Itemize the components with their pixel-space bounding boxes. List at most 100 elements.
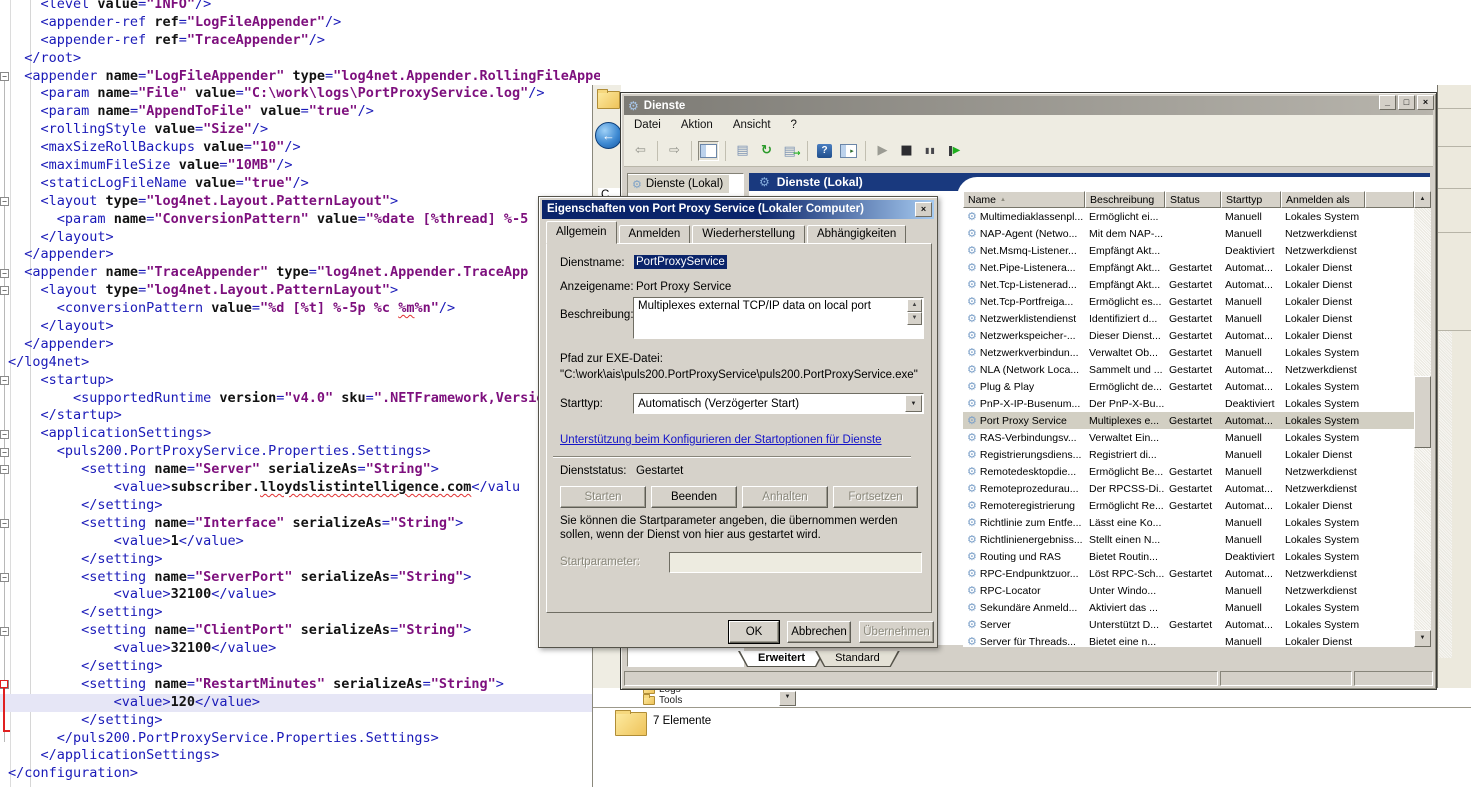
scroll-up-button[interactable]: ▲ [907,299,922,312]
fold-collapse-icon[interactable]: − [0,72,9,81]
stop-service-icon[interactable]: ■ [896,141,917,161]
service-row[interactable]: ⚙Sekundäre Anmeld...Aktiviert das ...Man… [963,599,1414,616]
fold-collapse-icon[interactable]: − [0,430,9,439]
extended-view-icon[interactable]: ▸ [838,141,859,161]
startparameter-input[interactable] [669,552,922,573]
window-titlebar[interactable]: ⚙ Dienste [624,96,1433,115]
fold-collapse-icon[interactable]: − [0,197,9,206]
folder-tree-fragment[interactable]: Logs Tools [643,688,773,707]
menu-datei[interactable]: Datei [624,119,671,131]
service-row[interactable]: ⚙RAS-Verbindungsv...Verwaltet Ein...Manu… [963,429,1414,446]
back-icon[interactable]: ⇦ [630,141,651,161]
service-row[interactable]: ⚙NLA (Network Loca...Sammelt und ...Gest… [963,361,1414,378]
starten-button[interactable]: Starten [560,486,646,508]
service-row[interactable]: ⚙NetzwerklistendienstIdentifiziert d...G… [963,310,1414,327]
dienstname-value[interactable]: PortProxyService [634,255,727,269]
close-button[interactable]: × [1417,95,1434,110]
service-row[interactable]: ⚙Multimediaklassenpl...Ermöglicht ei...M… [963,208,1414,225]
show-console-tree-icon[interactable] [698,141,719,161]
service-row[interactable]: ⚙Port Proxy ServiceMultiplexes e...Gesta… [963,412,1414,429]
service-row[interactable]: ⚙Remotedesktopdie...Ermöglicht Be...Gest… [963,463,1414,480]
service-row[interactable]: ⚙Netzwerkverbindun...Verwaltet Ob...Gest… [963,344,1414,361]
service-row[interactable]: ⚙Plug & PlayErmöglicht de...GestartetAut… [963,378,1414,395]
scrollbar-track[interactable] [1439,331,1452,658]
services-list[interactable]: Name ▲ Beschreibung Status Starttyp Anme… [963,191,1431,647]
service-row[interactable]: ⚙Netzwerkspeicher-...Dieser Dienst...Ges… [963,327,1414,344]
code-editor[interactable]: <level value="INFO"/> <appender-ref ref=… [0,0,600,787]
forward-icon[interactable]: ⇨ [664,141,685,161]
column-header-beschreibung[interactable]: Beschreibung [1085,191,1165,208]
uebernehmen-button[interactable]: Übernehmen [859,621,934,643]
properties-icon[interactable]: ▤ [732,141,753,161]
tab-anmelden[interactable]: Anmelden [619,225,691,244]
tree-row[interactable]: Tools [643,694,773,706]
fold-collapse-icon[interactable]: − [0,573,9,582]
startoptionen-hilfe-link[interactable]: Unterstützung beim Konfigurieren der Sta… [560,434,882,446]
service-row[interactable]: ⚙Server für Threads...Bietet eine n...Ma… [963,633,1414,647]
menu-aktion[interactable]: Aktion [671,119,723,131]
close-button[interactable]: × [915,202,932,217]
chevron-down-icon[interactable]: ▼ [905,395,922,412]
service-row[interactable]: ⚙Net.Pipe-Listenera...Empfängt Akt...Ges… [963,259,1414,276]
tab-erweitert[interactable]: Erweitert [738,651,825,667]
fold-collapse-icon[interactable]: − [0,519,9,528]
service-row[interactable]: ⚙Remoteprozedurau...Der RPCSS-Di...Gesta… [963,480,1414,497]
service-row[interactable]: ⚙Richtlinie zum Entfe...Lässt eine Ko...… [963,514,1414,531]
service-row[interactable]: ⚙RemoteregistrierungErmöglicht Re...Gest… [963,497,1414,514]
service-row[interactable]: ⚙RPC-Endpunktzuor...Löst RPC-Sch...Gesta… [963,565,1414,582]
fold-collapse-icon[interactable]: − [0,627,9,636]
services-list-body[interactable]: ⚙Multimediaklassenpl...Ermöglicht ei...M… [963,208,1414,647]
scroll-down-button[interactable]: ▼ [907,312,922,325]
fold-collapse-icon[interactable]: − [0,269,9,278]
service-row[interactable]: ⚙Registrierungsdiens...Registriert di...… [963,446,1414,463]
maximize-button[interactable]: □ [1398,95,1415,110]
tree-item-dienste-lokal[interactable]: ⚙ Dienste (Lokal) [628,175,729,193]
scrollbar-thumb[interactable] [1414,376,1431,448]
help-icon[interactable]: ? [814,141,835,161]
starttyp-combobox[interactable]: Automatisch (Verzögerter Start) ▼ [633,393,924,414]
dialog-titlebar[interactable]: Eigenschaften von Port Proxy Service (Lo… [542,200,934,219]
beenden-button[interactable]: Beenden [651,486,737,508]
refresh-icon[interactable]: ↻ [756,141,777,161]
column-header-anmelden-als[interactable]: Anmelden als [1281,191,1365,208]
fortsetzen-button[interactable]: Fortsetzen [833,486,918,508]
back-button[interactable]: ← [595,122,622,149]
service-row[interactable]: ⚙Routing und RASBietet Routin...Deaktivi… [963,548,1414,565]
service-row[interactable]: ⚙Net.Tcp-Portfreiga...Ermöglicht es...Ge… [963,293,1414,310]
scroll-up-button[interactable]: ▲ [1414,191,1431,208]
start-service-icon[interactable]: ▶ [872,141,893,161]
pause-service-icon[interactable]: ▮▮ [920,141,941,161]
minimize-button[interactable]: _ [1379,95,1396,110]
anhalten-button[interactable]: Anhalten [742,486,828,508]
tab-abhaengigkeiten[interactable]: Abhängigkeiten [807,225,906,244]
menu-ansicht[interactable]: Ansicht [723,119,781,131]
service-row[interactable]: ⚙RPC-LocatorUnter Windo...ManuellNetzwer… [963,582,1414,599]
restart-service-icon[interactable]: ▶ [944,141,965,161]
ok-button[interactable]: OK [729,621,779,643]
list-scrollbar[interactable]: ▲ ▼ [1414,191,1431,647]
tab-wiederherstellung[interactable]: Wiederherstellung [692,225,805,244]
service-row[interactable]: ⚙NAP-Agent (Netwo...Mit dem NAP-...Manue… [963,225,1414,242]
beschreibung-field[interactable]: Multiplexes external TCP/IP data on loca… [633,297,924,339]
service-row[interactable]: ⚙Richtlinienergebniss...Stellt einen N..… [963,531,1414,548]
service-row[interactable]: ⚙Net.Msmq-Listener...Empfängt Akt...Deak… [963,242,1414,259]
menu-hilfe[interactable]: ? [781,119,807,131]
service-cell-starttyp: Deaktiviert [1221,245,1281,257]
service-row[interactable]: ⚙Net.Tcp-Listenerad...Empfängt Akt...Ges… [963,276,1414,293]
fold-collapse-icon[interactable]: − [0,376,9,385]
abbrechen-button[interactable]: Abbrechen [787,621,851,643]
column-header-name[interactable]: Name ▲ [963,191,1085,208]
column-header-starttyp[interactable]: Starttyp [1221,191,1281,208]
service-row[interactable]: ⚙ServerUnterstützt D...GestartetAutomat.… [963,616,1414,633]
fold-collapse-icon[interactable]: − [0,448,9,457]
fold-collapse-icon[interactable]: − [0,286,9,295]
code-lines: <level value="INFO"/> <appender-ref ref=… [8,0,600,783]
tab-allgemein[interactable]: Allgemein [546,221,617,244]
tab-standard[interactable]: Standard [815,651,900,667]
column-header-status[interactable]: Status [1165,191,1221,208]
service-row[interactable]: ⚙PnP-X-IP-Busenum...Der PnP-X-Bu...Deakt… [963,395,1414,412]
fold-collapse-icon[interactable]: − [0,465,9,474]
scroll-down-button[interactable]: ▼ [1414,630,1431,647]
export-list-icon[interactable]: ▤→ [780,141,801,161]
combo-dropdown-button[interactable]: ▼ [779,691,796,706]
